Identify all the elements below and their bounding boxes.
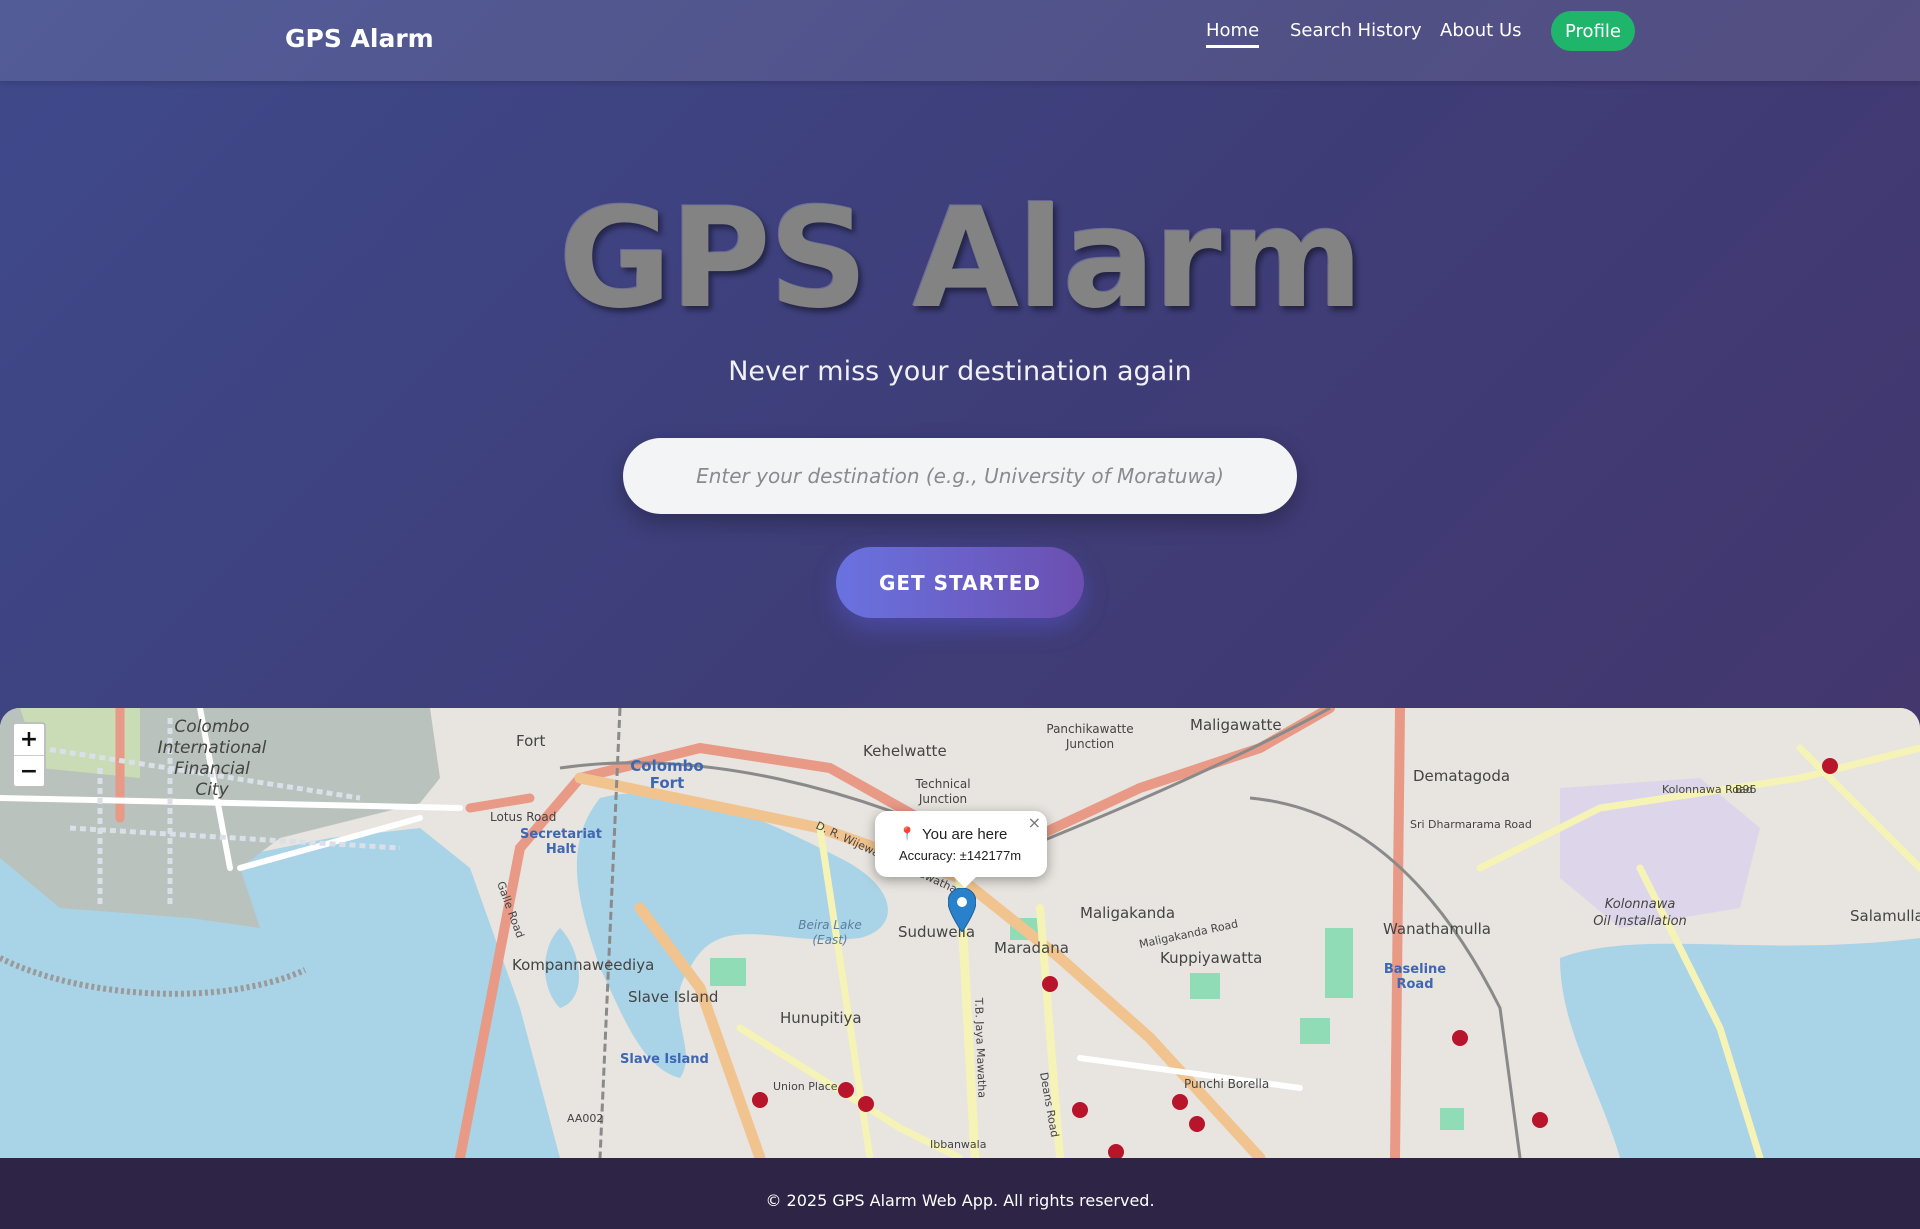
map-label: Beira Lake <box>798 918 861 932</box>
close-icon[interactable]: × <box>1028 813 1041 832</box>
map-label: Kompannaweediya <box>512 956 654 974</box>
map-label: Hunupitiya <box>780 1009 862 1027</box>
map-label: Junction <box>918 792 967 806</box>
popup-title: You are here <box>922 826 1008 843</box>
zoom-out-button[interactable]: − <box>14 756 44 787</box>
map-label: Slave Island <box>620 1052 709 1067</box>
map-label: Oil Installation <box>1593 914 1687 929</box>
map-label: Dematagoda <box>1413 767 1510 785</box>
map-label: Sri Dharmarama Road <box>1410 818 1532 831</box>
map-label: Technical <box>914 777 970 791</box>
footer-copyright: © 2025 GPS Alarm Web App. All rights res… <box>765 1191 1155 1210</box>
map-label: Panchikawatte <box>1046 722 1133 736</box>
nav-link-search-history[interactable]: Search History <box>1290 20 1422 45</box>
map-label: AA002 <box>567 1112 603 1125</box>
map-label: Fort <box>516 732 545 750</box>
location-popup: × 📍 You are here Accuracy: ±142177m <box>875 811 1047 888</box>
map-label: International <box>158 738 267 758</box>
popup-accuracy: Accuracy: ±142177m <box>899 848 1022 863</box>
map-label: (East) <box>812 933 847 947</box>
get-started-button[interactable]: GET STARTED <box>836 547 1084 618</box>
map-label: Kuppiyawatta <box>1160 949 1262 967</box>
map-label: Secretariat <box>520 827 602 842</box>
hero-title: GPS Alarm <box>558 178 1364 339</box>
map-label: Colombo <box>174 717 249 737</box>
map-label: Union Place <box>773 1080 838 1093</box>
map-label: Fort <box>650 774 685 792</box>
map-label: Lotus Road <box>490 810 556 824</box>
map-label: Kehelwatte <box>863 742 947 760</box>
map-label: Maligawatte <box>1190 716 1282 734</box>
map-label: Wanathamulla <box>1383 920 1491 938</box>
map-tiles: Colombo International Financial City For… <box>0 708 1920 1158</box>
map-label: Maradana <box>994 939 1069 957</box>
nav-link-home[interactable]: Home <box>1206 20 1260 48</box>
map-label: Maligakanda <box>1080 904 1175 922</box>
zoom-control: + − <box>12 722 46 788</box>
map-label: City <box>195 780 229 800</box>
map-label: Junction <box>1065 737 1114 751</box>
map-label: Colombo <box>630 757 703 775</box>
map-label: Kolonnawa <box>1605 897 1676 912</box>
zoom-in-button[interactable]: + <box>14 724 44 756</box>
map-label: Road <box>1396 977 1433 992</box>
map-view[interactable]: Colombo International Financial City For… <box>0 708 1920 1158</box>
hero-subtitle: Never miss your destination again <box>728 356 1192 387</box>
map-label: Salamulla <box>1850 907 1920 925</box>
map-label: Financial <box>174 759 250 779</box>
map-label: Halt <box>546 842 576 857</box>
map-label: Ibbanwala <box>930 1138 986 1151</box>
top-navbar: GPS Alarm Home Search History About Us P… <box>0 0 1920 81</box>
destination-input[interactable] <box>623 438 1297 514</box>
profile-button[interactable]: Profile <box>1551 11 1635 51</box>
map-label: B96 <box>1735 783 1757 796</box>
map-label: Slave Island <box>628 988 718 1006</box>
brand-logo-text[interactable]: GPS Alarm <box>285 24 434 53</box>
map-label: Baseline <box>1384 962 1446 977</box>
map-label: Punchi Borella <box>1184 1077 1269 1091</box>
round-pushpin-icon: 📍 <box>899 827 916 842</box>
nav-link-about-us[interactable]: About Us <box>1440 20 1522 45</box>
location-marker-icon[interactable] <box>948 888 976 932</box>
